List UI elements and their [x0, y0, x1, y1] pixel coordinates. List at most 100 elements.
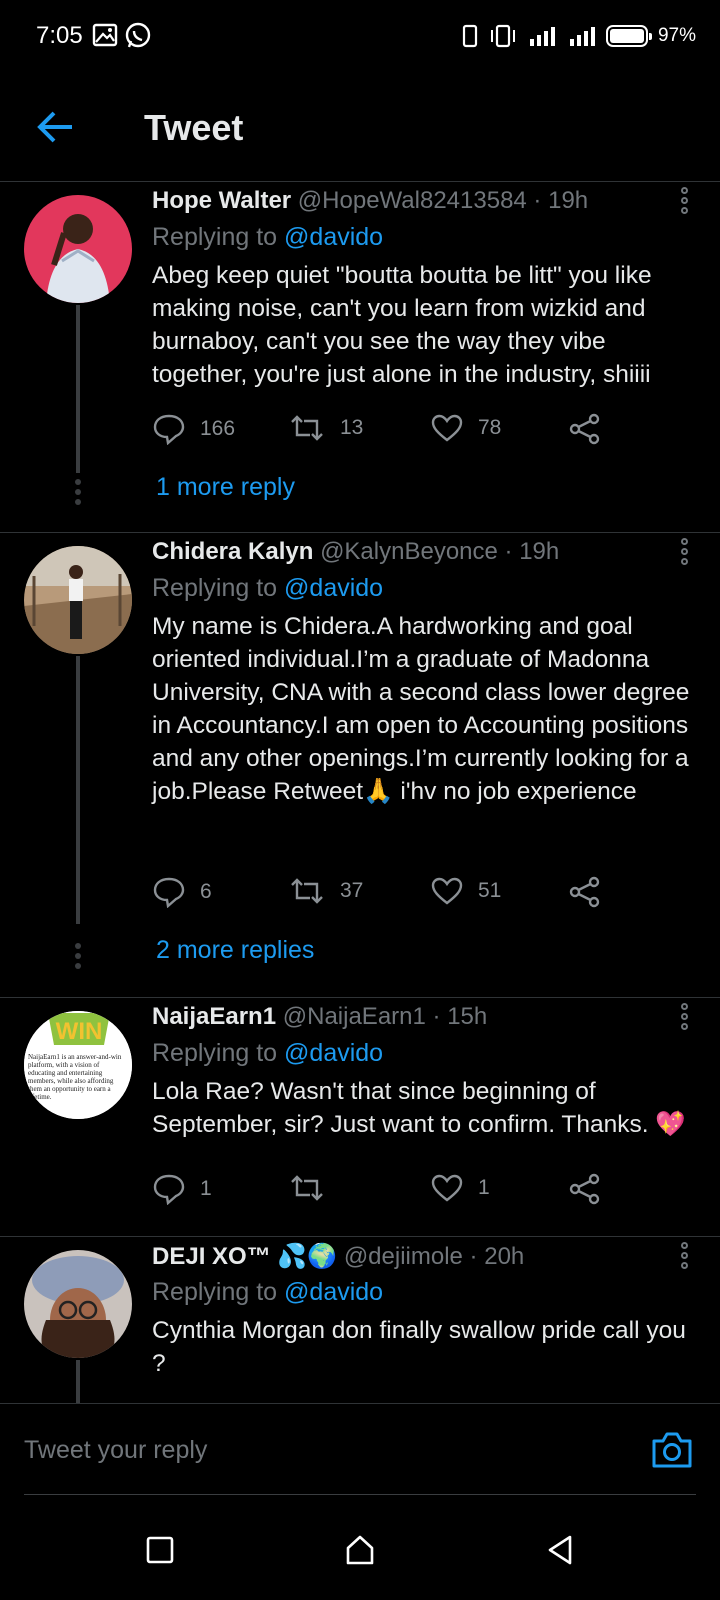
top-app-bar: Tweet	[0, 72, 720, 182]
more-options-icon[interactable]	[678, 538, 690, 568]
tweet-text: Lola Rae? Wasn't that since beginning of…	[152, 1078, 686, 1138]
like-count: 1	[478, 1176, 490, 1199]
battery-percent: 97%	[657, 25, 696, 46]
replying-to-mention[interactable]: @davido	[284, 574, 383, 602]
replying-to: Replying to @davido	[152, 223, 383, 252]
user-handle[interactable]: @NaijaEarn1	[283, 1003, 426, 1030]
page-title: Tweet	[144, 107, 244, 148]
retweet-count: 37	[340, 879, 364, 902]
more-options-icon[interactable]	[678, 1242, 690, 1272]
status-notification-icons	[92, 22, 152, 50]
show-more-replies-link[interactable]: 2 more replies	[156, 936, 314, 965]
like-button[interactable]: 1	[430, 1173, 490, 1203]
tweet-time: · 19h	[526, 187, 589, 214]
reply-count: 166	[200, 417, 236, 440]
tweet-reply[interactable]: Chidera Kalyn @KalynBeyonce · 19h Replyi…	[0, 534, 720, 998]
user-handle[interactable]: @dejiimole	[344, 1243, 463, 1270]
avatar[interactable]	[24, 1250, 132, 1358]
retweet-icon	[291, 878, 323, 904]
tweet-text: Abeg keep quiet "boutta boutta be litt" …	[152, 262, 652, 388]
avatar[interactable]: WIN NaijaEarn1 is an answer-and-win plat…	[24, 1011, 132, 1119]
display-name[interactable]: Hope Walter	[152, 187, 291, 214]
replying-to-label: Replying to	[152, 1278, 285, 1306]
retweet-button[interactable]: 37	[288, 876, 363, 906]
retweet-button[interactable]: 13	[288, 413, 363, 443]
reply-icon	[153, 414, 185, 445]
reply-button[interactable]: 166	[152, 413, 235, 445]
retweet-button[interactable]	[288, 1173, 340, 1203]
tweet-reply[interactable]: Hope Walter @HopeWal82413584 · 19h Reply…	[0, 183, 720, 533]
whatsapp-icon	[125, 22, 151, 48]
share-button[interactable]	[568, 876, 602, 908]
share-icon	[569, 876, 600, 908]
svg-text:WIN: WIN	[56, 1018, 103, 1045]
share-button[interactable]	[568, 1173, 602, 1205]
replying-to-mention[interactable]: @davido	[284, 1278, 383, 1306]
phone-icon	[462, 24, 478, 48]
like-button[interactable]: 51	[430, 876, 501, 906]
tweet-time: · 19h	[497, 538, 560, 565]
tweet-actions: 1 1	[152, 1173, 622, 1207]
replying-to-mention[interactable]: @davido	[284, 1039, 383, 1067]
more-options-icon[interactable]	[678, 187, 690, 217]
status-time: 7:05	[36, 22, 83, 49]
retweet-count: 13	[340, 416, 364, 439]
share-button[interactable]	[568, 413, 602, 445]
reply-input[interactable]: Tweet your reply	[24, 1436, 207, 1465]
reply-button[interactable]: 6	[152, 876, 212, 908]
reply-composer: Tweet your reply	[0, 1403, 720, 1496]
heart-icon	[431, 414, 463, 442]
status-bar: 7:05 97%	[0, 0, 720, 72]
avatar-caption: NaijaEarn1 is an answer-and-win platform…	[28, 1053, 122, 1101]
signal-4g-icon	[529, 27, 555, 46]
gallery-icon	[92, 23, 118, 47]
display-name[interactable]: NaijaEarn1	[152, 1003, 276, 1030]
tweet-time: · 15h	[425, 1003, 488, 1030]
back-arrow-icon[interactable]	[36, 110, 76, 144]
replying-to: Replying to @davido	[152, 574, 383, 603]
reply-button[interactable]: 1	[152, 1173, 212, 1205]
replying-to: Replying to @davido	[152, 1278, 383, 1307]
reply-icon	[153, 877, 185, 908]
like-count: 51	[478, 879, 502, 902]
camera-icon[interactable]	[650, 1430, 694, 1470]
system-nav-bar	[0, 1496, 720, 1600]
reply-count: 1	[200, 1177, 212, 1200]
tweet-reply[interactable]: WIN NaijaEarn1 is an answer-and-win plat…	[0, 999, 720, 1237]
display-name[interactable]: DEJI XO™ 💦🌍	[152, 1243, 337, 1270]
user-handle[interactable]: @HopeWal82413584	[298, 187, 527, 214]
replying-to-label: Replying to	[152, 574, 285, 602]
like-count: 78	[478, 416, 502, 439]
heart-icon	[431, 1174, 463, 1202]
retweet-icon	[291, 1175, 323, 1201]
replying-to-label: Replying to	[152, 1039, 285, 1067]
avatar[interactable]	[24, 195, 132, 303]
recent-apps-button[interactable]	[144, 1534, 176, 1566]
tweet-actions: 166 13 78	[152, 413, 622, 447]
user-handle[interactable]: @KalynBeyonce	[320, 538, 498, 565]
share-icon	[569, 1173, 600, 1205]
back-button[interactable]	[544, 1534, 576, 1566]
home-button[interactable]	[344, 1534, 376, 1566]
heart-icon	[431, 877, 463, 905]
more-options-icon[interactable]	[678, 1003, 690, 1033]
like-button[interactable]: 78	[430, 413, 501, 443]
replying-to-mention[interactable]: @davido	[284, 223, 383, 251]
retweet-icon	[291, 415, 323, 441]
reply-count: 6	[200, 880, 212, 903]
vibrate-icon	[490, 24, 515, 48]
replying-to-label: Replying to	[152, 223, 285, 251]
replies-feed[interactable]: Hope Walter @HopeWal82413584 · 19h Reply…	[0, 183, 720, 1403]
tweet-reply[interactable]: DEJI XO™ 💦🌍 @dejiimole · 20h Replying to…	[0, 1238, 720, 1403]
tweet-text: My name is Chidera.A hardworking and goa…	[152, 613, 690, 805]
share-icon	[569, 413, 600, 445]
avatar[interactable]	[24, 546, 132, 654]
display-name[interactable]: Chidera Kalyn	[152, 538, 313, 565]
reply-underline	[24, 1494, 696, 1495]
tweet-text: Cynthia Morgan don finally swallow pride…	[152, 1317, 686, 1377]
show-more-replies-link[interactable]: 1 more reply	[156, 473, 295, 502]
signal-icon	[569, 27, 595, 46]
tweet-actions: 6 37 51	[152, 876, 622, 910]
status-right: 97%	[462, 24, 696, 48]
replying-to: Replying to @davido	[152, 1039, 383, 1068]
